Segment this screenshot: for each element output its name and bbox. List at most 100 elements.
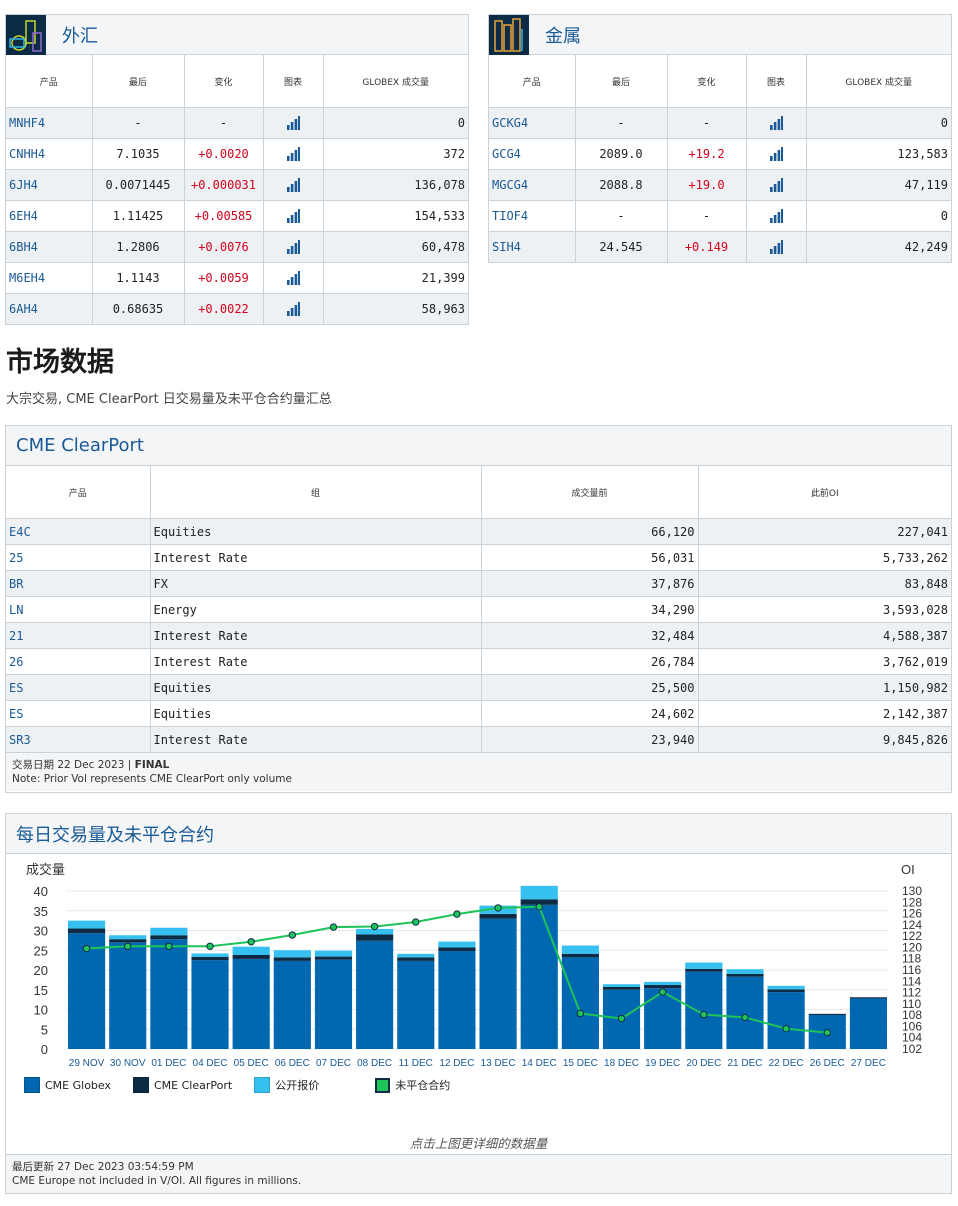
bar-chart-icon[interactable] — [286, 178, 300, 193]
col-product[interactable]: 产品 — [6, 55, 93, 108]
product-code-link[interactable]: GCKG4 — [489, 107, 576, 139]
price-change: +19.2 — [667, 138, 747, 170]
bar-clearport — [602, 986, 641, 990]
product-code-link[interactable]: BR — [6, 570, 151, 597]
chart-link[interactable] — [263, 107, 324, 139]
col-group[interactable]: 组 — [150, 466, 482, 519]
bar-chart-icon[interactable] — [286, 147, 300, 162]
table-row: GCG4 2089.0 +19.2 123,583 — [489, 138, 951, 170]
legend-clearport[interactable]: CME ClearPort — [133, 1077, 232, 1093]
product-code-link[interactable]: 25 — [6, 544, 151, 571]
bar-clearport — [479, 913, 517, 919]
table-row: 26 Interest Rate 26,784 3,762,019 — [6, 648, 951, 675]
col-globex-volume[interactable]: GLOBEX 成交量 — [806, 55, 951, 108]
globex-volume: 0 — [806, 107, 951, 139]
bar-chart-icon[interactable] — [286, 209, 300, 224]
col-product[interactable]: 产品 — [6, 466, 151, 519]
col-change[interactable]: 变化 — [184, 55, 264, 108]
prior-volume: 23,940 — [481, 726, 699, 753]
product-code-link[interactable]: 6JH4 — [6, 169, 93, 201]
chart-link[interactable] — [263, 169, 324, 201]
chart-link[interactable] — [263, 200, 324, 232]
oi-point — [124, 942, 132, 951]
product-code-link[interactable]: ES — [6, 700, 151, 727]
chart-link[interactable] — [263, 293, 324, 325]
col-last[interactable]: 最后 — [92, 55, 185, 108]
product-code-link[interactable]: 6AH4 — [6, 293, 93, 325]
product-code-link[interactable]: ES — [6, 674, 151, 701]
legend-otc[interactable]: 公开报价 — [254, 1077, 319, 1093]
col-prior-volume[interactable]: 成交量前 — [481, 466, 699, 519]
bar-chart-icon[interactable] — [286, 116, 300, 131]
product-code-link[interactable]: 6BH4 — [6, 231, 93, 263]
prior-oi: 83,848 — [698, 570, 951, 597]
legend-oi[interactable]: 未平仓合约 — [375, 1077, 450, 1093]
chart-click-hint[interactable]: 点击上图更详细的数据量 — [6, 1133, 951, 1152]
product-code-link[interactable]: TIOF4 — [489, 200, 576, 232]
legend-globex[interactable]: CME Globex — [24, 1077, 111, 1093]
chart-link[interactable] — [263, 138, 324, 170]
bar-chart-icon[interactable] — [769, 147, 783, 162]
price-change: - — [667, 107, 747, 139]
prior-volume: 56,031 — [481, 544, 699, 571]
product-code-link[interactable]: M6EH4 — [6, 262, 93, 294]
volume-oi-chart[interactable]: 0510152025303540102104106108110112114116… — [6, 854, 951, 1084]
product-code-link[interactable]: SIH4 — [489, 231, 576, 263]
bar-otc — [726, 969, 764, 974]
product-code-link[interactable]: E4C — [6, 518, 151, 545]
legend-swatch — [24, 1077, 40, 1093]
prior-oi: 2,142,387 — [698, 700, 951, 727]
product-group: Interest Rate — [150, 726, 482, 753]
product-code-link[interactable]: LN — [6, 596, 151, 623]
col-product[interactable]: 产品 — [489, 55, 576, 108]
col-change[interactable]: 变化 — [667, 55, 747, 108]
bar-chart-icon[interactable] — [286, 240, 300, 255]
bar-chart-icon[interactable] — [769, 116, 783, 131]
bar-chart-icon[interactable] — [286, 271, 300, 286]
prior-oi: 9,845,826 — [698, 726, 951, 753]
product-code-link[interactable]: MGCG4 — [489, 169, 576, 201]
x-tick-label: 30 NOV — [110, 1058, 146, 1069]
bar-chart-icon[interactable] — [769, 209, 783, 224]
globex-volume: 0 — [806, 200, 951, 232]
clearport-footnote: 交易日期 22 Dec 2023 | FINAL Note: Prior Vol… — [6, 753, 951, 791]
col-last[interactable]: 最后 — [575, 55, 668, 108]
product-code-link[interactable]: CNHH4 — [6, 138, 93, 170]
chart-link[interactable] — [746, 200, 807, 232]
col-prior-oi[interactable]: 此前OI — [698, 466, 951, 519]
table-row: CNHH4 7.1035 +0.0020 372 — [6, 138, 468, 170]
bar-globex — [356, 940, 394, 1049]
chart-link[interactable] — [263, 231, 324, 263]
product-code-link[interactable]: MNHF4 — [6, 107, 93, 139]
bar-clearport — [150, 935, 188, 940]
chart-link[interactable] — [746, 138, 807, 170]
chart-link[interactable] — [746, 169, 807, 201]
bar-chart-icon[interactable] — [769, 178, 783, 193]
bar-clearport — [314, 956, 353, 960]
legend-swatch — [254, 1077, 271, 1093]
bar-chart-icon[interactable] — [769, 240, 783, 255]
price-change: +0.0059 — [184, 262, 264, 294]
oi-point — [370, 922, 379, 931]
product-code-link[interactable]: 26 — [6, 648, 151, 675]
chart-link[interactable] — [746, 107, 807, 139]
last-price: 7.1035 — [92, 138, 185, 170]
product-code-link[interactable]: GCG4 — [489, 138, 576, 170]
x-tick-label: 06 DEC — [275, 1058, 310, 1069]
price-change: +0.0020 — [184, 138, 264, 170]
chart-link[interactable] — [746, 231, 807, 263]
bar-otc — [685, 962, 723, 969]
bar-clearport — [109, 939, 147, 943]
product-code-link[interactable]: 6EH4 — [6, 200, 93, 232]
product-code-link[interactable]: SR3 — [6, 726, 151, 753]
chart-link[interactable] — [263, 262, 324, 294]
last-price: - — [575, 107, 668, 139]
table-row: BR FX 37,876 83,848 — [6, 570, 951, 597]
bar-chart-icon[interactable] — [286, 302, 300, 317]
bar-otc — [314, 950, 353, 957]
metals-panel-header: 金属 — [489, 14, 951, 55]
product-code-link[interactable]: 21 — [6, 622, 151, 649]
col-globex-volume[interactable]: GLOBEX 成交量 — [323, 55, 468, 108]
table-row: LN Energy 34,290 3,593,028 — [6, 596, 951, 623]
product-group: Interest Rate — [150, 648, 482, 675]
